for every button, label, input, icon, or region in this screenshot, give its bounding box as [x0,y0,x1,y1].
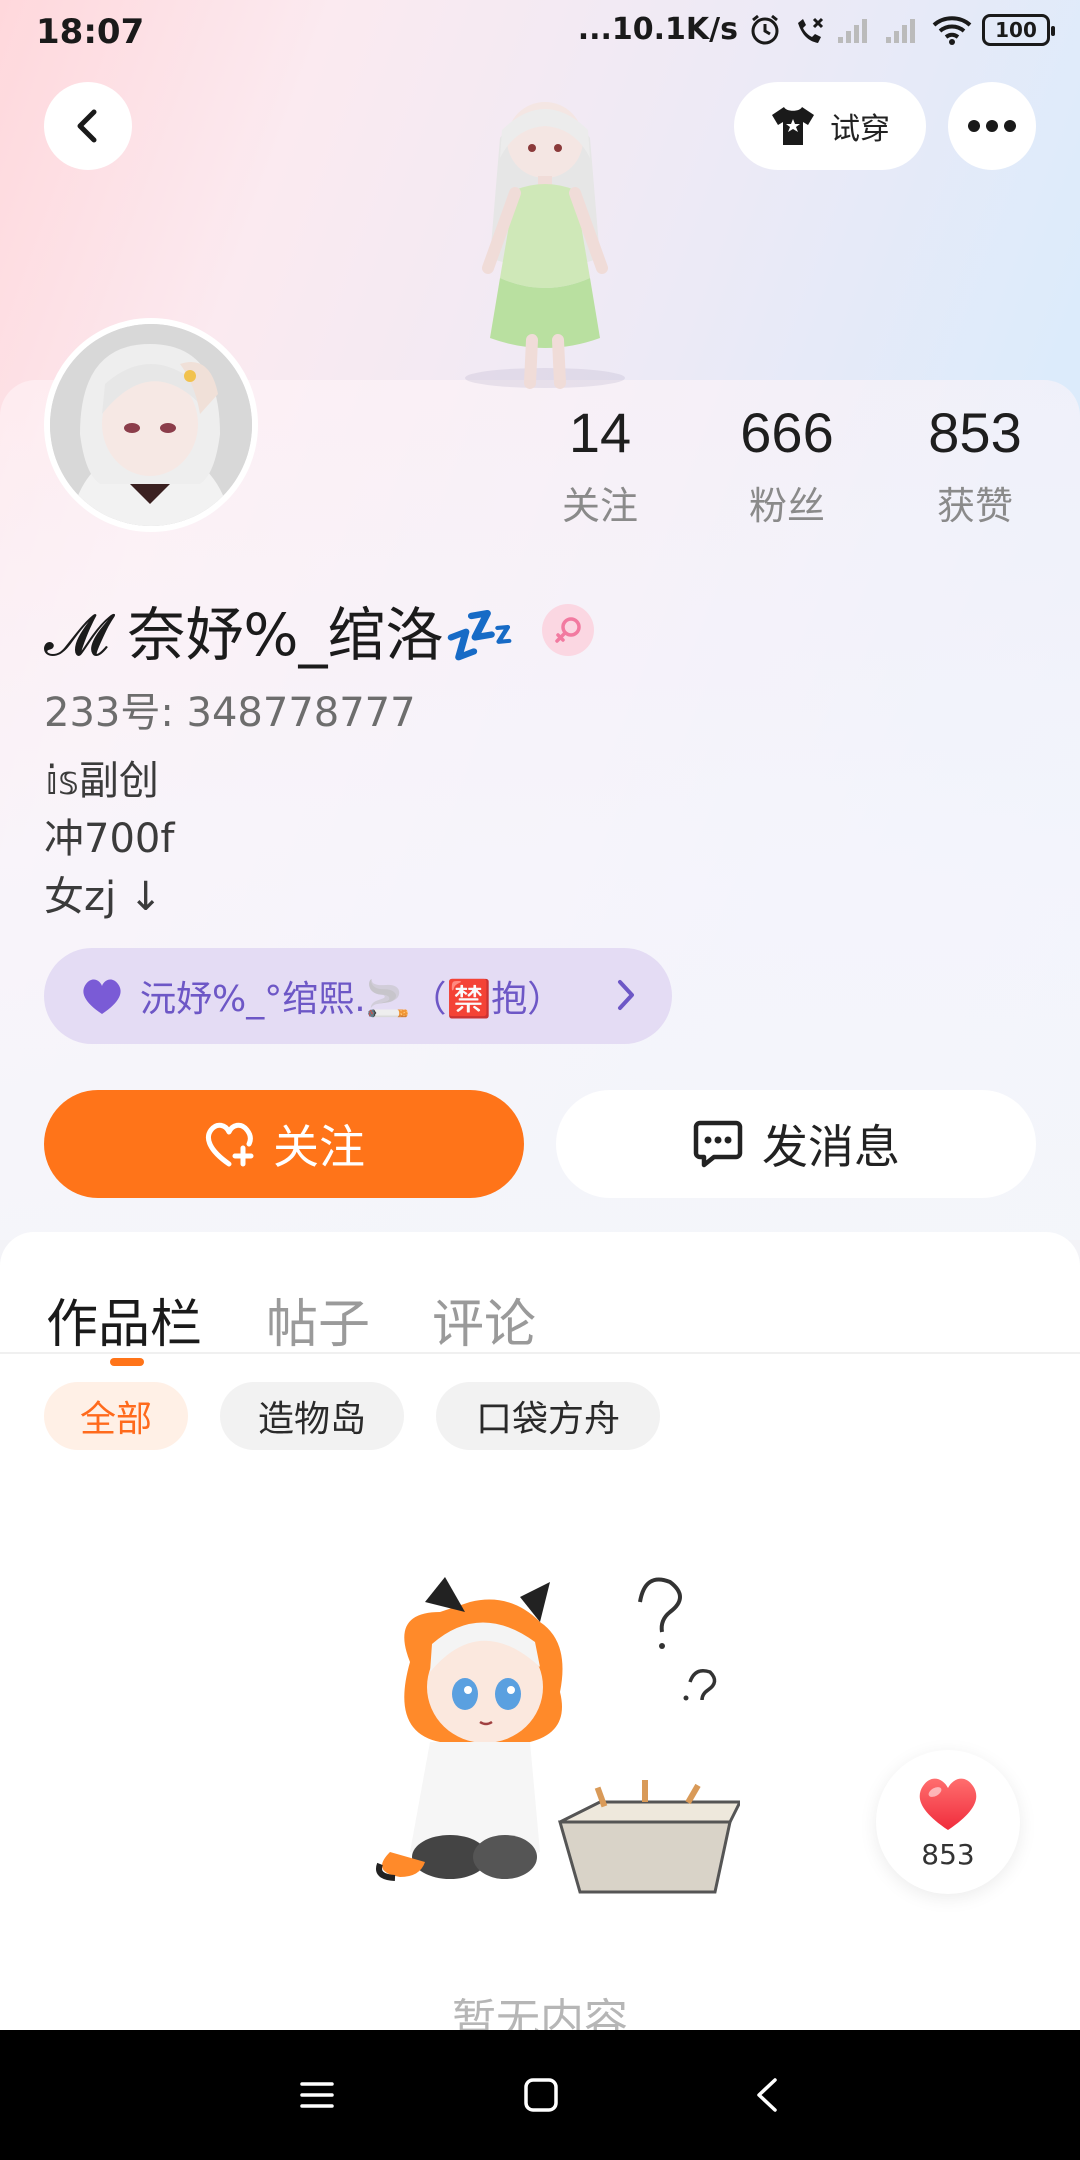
stat-following-value: 14 [568,401,632,464]
stat-fans[interactable]: 666 粉丝 [707,400,867,530]
tab-works[interactable]: 作品栏 [46,1282,202,1357]
status-icons: ...10.1K/s 100 [577,12,1055,47]
try-on-button[interactable]: 试穿 [734,82,926,170]
stat-likes-label: 获赞 [936,484,1013,528]
profile-bio: 𝕚𝕤副创 冲700f 女zj ↓ [44,752,174,926]
bio-line: 女zj ↓ [44,874,163,920]
chevron-right-icon [618,980,634,1010]
signal-icon-1 [838,18,867,43]
wifi-icon [932,15,972,45]
profile-avatar[interactable] [44,318,258,532]
profile-tabs: 作品栏 帖子 评论 [0,1252,1080,1366]
message-button[interactable]: 发消息 [556,1090,1036,1198]
stat-likes[interactable]: 853 获赞 [895,400,1055,530]
battery-level: 100 [995,17,1037,42]
like-float-button[interactable]: 853 [876,1750,1020,1894]
empty-state-illustration [376,1577,740,1894]
more-dots-icon [968,120,1016,132]
stat-likes-value: 853 [928,401,1022,464]
profile-uid: 233号: 348778777 [44,690,416,736]
home-nav-button[interactable] [516,2070,566,2120]
stat-following-label: 关注 [561,484,638,528]
net-speed: ...10.1K/s [577,12,738,47]
menu-icon [300,2082,334,2108]
back-triangle-icon [757,2078,777,2112]
more-button[interactable] [948,82,1036,170]
system-navigation-bar [0,2030,1080,2160]
alarm-icon [751,14,779,44]
tab-posts[interactable]: 帖子 [266,1282,370,1357]
profile-nickname-row: 𝓜 奈妤%_绾洛💤 [44,588,594,672]
stat-fans-label: 粉丝 [748,484,825,528]
avatar-3d-figure[interactable] [440,78,650,390]
chevron-left-icon [77,109,97,143]
home-square-icon [524,2078,558,2112]
relation-tag[interactable]: 沅妤%_°绾熙.🚬（🈲抱） [44,948,672,1044]
tab-comments[interactable]: 评论 [432,1282,536,1357]
avatar-image [50,324,252,526]
menu-nav-button[interactable] [292,2070,342,2120]
bio-line: 冲700f [44,816,175,862]
follow-label: 关注 [273,1120,365,1174]
profile-nickname: 𝓜 奈妤%_绾洛💤 [44,601,516,669]
female-icon [541,604,594,656]
heart-icon [919,1778,977,1830]
try-on-label: 试穿 [830,112,890,147]
chat-icon [693,1120,743,1168]
heart-icon [83,979,121,1014]
like-float-count: 853 [921,1837,975,1871]
heart-plus-icon [205,1122,254,1167]
filter-ark[interactable]: 口袋方舟 [436,1382,660,1450]
tshirt-icon [772,107,814,145]
works-panel: 作品栏 帖子 评论 全部 造物岛 口袋方舟 暂无内容 [0,1232,1080,2046]
status-time: 18:07 [36,12,145,52]
stat-following[interactable]: 14 关注 [520,400,680,530]
call-forward-icon [798,17,824,43]
stat-fans-value: 666 [740,401,834,464]
relation-tag-label: 沅妤%_°绾熙.🚬（🈲抱） [140,979,564,1020]
status-bar: 18:07 ...10.1K/s 100 [0,0,1080,66]
battery-icon: 100 [982,13,1055,46]
filter-all[interactable]: 全部 [44,1382,188,1450]
back-nav-button[interactable] [742,2070,792,2120]
filter-island[interactable]: 造物岛 [220,1382,404,1450]
signal-icon-2 [886,18,915,43]
bio-line: 𝕚𝕤副创 [44,758,159,804]
message-label: 发消息 [762,1120,900,1174]
tab-active-indicator [110,1358,144,1366]
follow-button[interactable]: 关注 [44,1090,524,1198]
back-button[interactable] [44,82,132,170]
